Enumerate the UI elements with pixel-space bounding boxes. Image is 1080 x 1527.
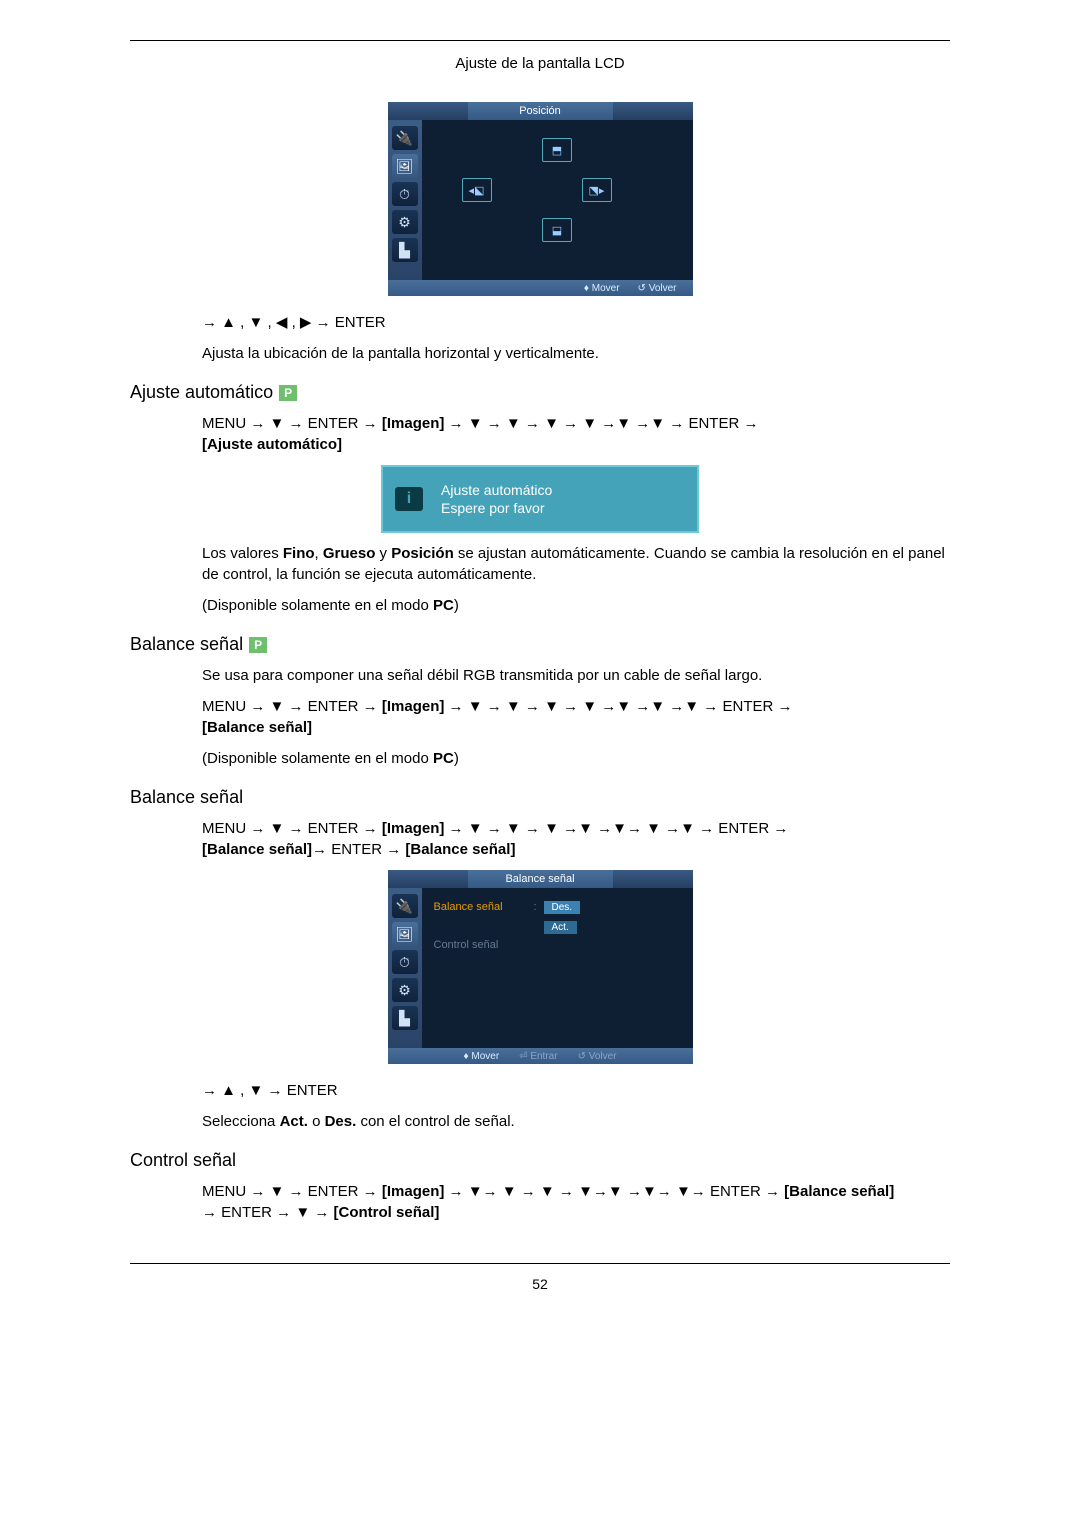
bottom-rule bbox=[130, 1263, 950, 1264]
top-rule bbox=[130, 40, 950, 41]
bal2-nav: MENU → ▼ → ENTER → [Imagen] → ▼ → ▼ → ▼ … bbox=[202, 818, 950, 860]
heading-control-senal: Control señal bbox=[130, 1150, 950, 1171]
p-badge-icon: P bbox=[279, 385, 297, 401]
side-icon-multi: ▙ bbox=[392, 1006, 418, 1030]
pos-down-icon: ⬓ bbox=[542, 218, 572, 242]
osd-main: ⬒ ◂⬕ ⬔▸ ⬓ bbox=[422, 120, 693, 280]
osd-sidebar: 🔌 🖼 ⏱ ⚙ ▙ bbox=[388, 888, 422, 1048]
row-balance-opt2: Act. bbox=[434, 918, 681, 936]
heading-ajuste-automatico: Ajuste automático P bbox=[130, 382, 950, 403]
side-icon-input: 🔌 bbox=[392, 894, 418, 918]
heading-balance-senal-2: Balance señal bbox=[130, 787, 950, 808]
osd-sidebar: 🔌 🖼 ⏱ ⚙ ▙ bbox=[388, 120, 422, 280]
row-label: Control señal bbox=[434, 939, 534, 951]
opt-act: Act. bbox=[544, 921, 577, 934]
page-number: 52 bbox=[130, 1276, 950, 1292]
bal2-desc: Selecciona Act. o Des. con el control de… bbox=[202, 1111, 950, 1132]
side-icon-picture: 🖼 bbox=[392, 922, 418, 946]
auto-note: (Disponible solamente en el modo PC) bbox=[202, 595, 950, 616]
side-icon-sound: ⏱ bbox=[392, 950, 418, 974]
side-icon-setup: ⚙ bbox=[392, 210, 418, 234]
footer-back: ↺ Volver bbox=[638, 283, 677, 294]
osd-title: Balance señal bbox=[505, 873, 574, 885]
footer-enter: ⏎ Entrar bbox=[519, 1051, 557, 1062]
pos-up-icon: ⬒ bbox=[542, 138, 572, 162]
row-label: Balance señal bbox=[434, 901, 534, 913]
nav-sequence-1: → ▲ , ▼ , ◀ , ▶ → ENTER bbox=[202, 312, 950, 333]
nav-sequence-2: → ▲ , ▼ → ENTER bbox=[202, 1080, 950, 1101]
footer-move: ♦ Mover bbox=[584, 283, 620, 294]
bal-note: (Disponible solamente en el modo PC) bbox=[202, 748, 950, 769]
heading-balance-senal-1: Balance señal P bbox=[130, 634, 950, 655]
footer-move: ♦ Mover bbox=[463, 1051, 499, 1062]
opt-des: Des. bbox=[544, 901, 581, 914]
osd-footer: ♦ Mover ⏎ Entrar ↺ Volver bbox=[388, 1048, 693, 1064]
footer-back: ↺ Volver bbox=[578, 1051, 617, 1062]
side-icon-multi: ▙ bbox=[392, 238, 418, 262]
side-icon-sound: ⏱ bbox=[392, 182, 418, 206]
osd-main: Balance señal : Des. Act. Control señal bbox=[422, 888, 693, 1048]
pos-right-icon: ⬔▸ bbox=[582, 178, 612, 202]
side-icon-picture: 🖼 bbox=[392, 154, 418, 178]
info-icon: i bbox=[395, 487, 423, 511]
bal-desc: Se usa para componer una señal débil RGB… bbox=[202, 665, 950, 686]
osd-balance: Balance señal 🔌 🖼 ⏱ ⚙ ▙ Balance señal : … bbox=[388, 870, 693, 1064]
osd-footer: ♦ Mover ↺ Volver bbox=[388, 280, 693, 296]
auto-popup: i Ajuste automático Espere por favor bbox=[381, 465, 699, 533]
page-header: Ajuste de la pantalla LCD bbox=[130, 55, 950, 72]
page: Ajuste de la pantalla LCD Posición 🔌 🖼 ⏱… bbox=[110, 40, 970, 1292]
ctrl-nav: MENU → ▼ → ENTER → [Imagen] → ▼→ ▼ → ▼ →… bbox=[202, 1181, 950, 1223]
posicion-desc: Ajusta la ubicación de la pantalla horiz… bbox=[202, 343, 950, 364]
osd-titlebar: Posición bbox=[388, 102, 693, 120]
p-badge-icon: P bbox=[249, 637, 267, 653]
pos-left-icon: ◂⬕ bbox=[462, 178, 492, 202]
osd-posicion: Posición 🔌 🖼 ⏱ ⚙ ▙ ⬒ ◂⬕ ⬔▸ ⬓ ♦ Mover ↺ V… bbox=[388, 102, 693, 296]
osd-titlebar: Balance señal bbox=[388, 870, 693, 888]
auto-desc: Los valores Fino, Grueso y Posición se a… bbox=[202, 543, 950, 585]
auto-nav: MENU → ▼ → ENTER → [Imagen] → ▼ → ▼ → ▼ … bbox=[202, 413, 950, 455]
side-icon-input: 🔌 bbox=[392, 126, 418, 150]
row-control: Control señal bbox=[434, 936, 681, 954]
popup-text: Ajuste automático Espere por favor bbox=[441, 481, 552, 517]
osd-title: Posición bbox=[519, 105, 561, 117]
bal-nav: MENU → ▼ → ENTER → [Imagen] → ▼ → ▼ → ▼ … bbox=[202, 696, 950, 738]
row-balance: Balance señal : Des. bbox=[434, 898, 681, 916]
side-icon-setup: ⚙ bbox=[392, 978, 418, 1002]
